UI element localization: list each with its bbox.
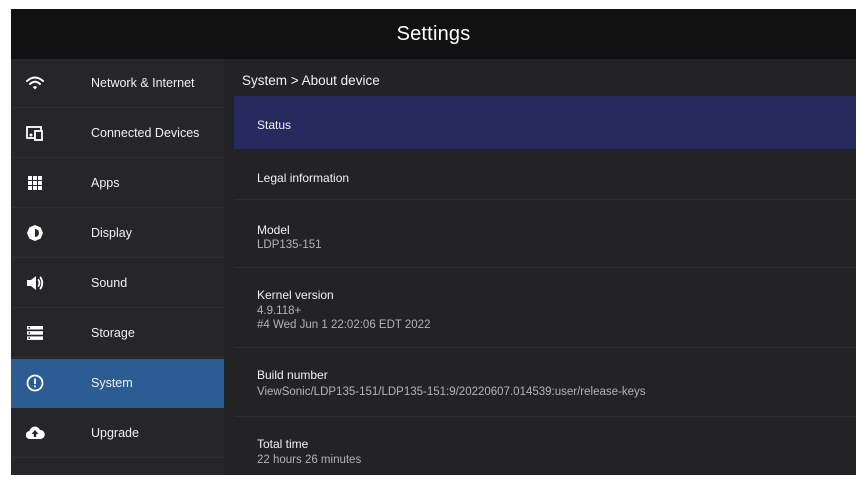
model-row[interactable]: Model LDP135-151 xyxy=(234,200,856,268)
sidebar-item-label: Storage xyxy=(91,326,135,340)
sidebar-item-system[interactable]: System xyxy=(11,359,224,408)
sidebar-item-connected-devices[interactable]: Connected Devices xyxy=(11,109,224,158)
row-title: Build number xyxy=(257,368,328,382)
sidebar-item-label: Sound xyxy=(91,276,128,290)
sidebar-item-label: Connected Devices xyxy=(91,126,200,140)
sidebar-item-upgrade[interactable]: Upgrade xyxy=(11,409,224,458)
sidebar-item-label: System xyxy=(91,376,133,390)
apps-grid-icon xyxy=(25,173,45,193)
sidebar-item-label: Display xyxy=(91,226,132,240)
row-title: Kernel version xyxy=(257,288,334,302)
kernel-build-date: #4 Wed Jun 1 22:02:06 EDT 2022 xyxy=(257,319,431,331)
storage-icon xyxy=(25,323,45,343)
row-title: Legal information xyxy=(257,171,350,185)
sidebar-item-network[interactable]: Network & Internet xyxy=(11,59,224,108)
main-panel: System > About device Status Legal infor… xyxy=(234,59,856,475)
brightness-icon xyxy=(25,223,45,243)
kernel-version-row[interactable]: Kernel version 4.9.118+ #4 Wed Jun 1 22:… xyxy=(234,268,856,348)
row-title: Model xyxy=(257,223,290,237)
kernel-version-value: 4.9.118+ xyxy=(257,305,302,317)
sidebar-item-label: Apps xyxy=(91,176,120,190)
sidebar-item-label: Upgrade xyxy=(91,426,139,440)
wifi-icon xyxy=(25,73,45,93)
title-bar: Settings xyxy=(11,9,856,59)
cloud-upload-icon xyxy=(25,423,45,443)
sidebar-item-label: Network & Internet xyxy=(91,76,195,90)
legal-information-row[interactable]: Legal information xyxy=(234,149,856,200)
sidebar-item-apps[interactable]: Apps xyxy=(11,159,224,208)
status-row[interactable]: Status xyxy=(234,96,856,149)
total-time-value: 22 hours 26 minutes xyxy=(257,454,362,466)
sidebar: Network & Internet Connected Devices App… xyxy=(11,59,224,475)
build-number-value: ViewSonic/LDP135-151/LDP135-151:9/202206… xyxy=(257,386,646,398)
sidebar-item-display[interactable]: Display xyxy=(11,209,224,258)
row-title: Total time xyxy=(257,437,309,451)
sidebar-item-storage[interactable]: Storage xyxy=(11,309,224,358)
connected-devices-icon xyxy=(25,123,45,143)
info-circle-icon xyxy=(25,373,45,393)
breadcrumb: System > About device xyxy=(242,73,380,88)
page-title: Settings xyxy=(396,22,471,45)
build-number-row[interactable]: Build number ViewSonic/LDP135-151/LDP135… xyxy=(234,348,856,417)
settings-window: Settings Network & Internet Connected De… xyxy=(11,9,856,475)
total-time-row[interactable]: Total time 22 hours 26 minutes xyxy=(234,417,856,475)
sidebar-item-sound[interactable]: Sound xyxy=(11,259,224,308)
model-value: LDP135-151 xyxy=(257,239,322,251)
speaker-icon xyxy=(25,273,45,293)
row-title: Status xyxy=(257,118,292,132)
